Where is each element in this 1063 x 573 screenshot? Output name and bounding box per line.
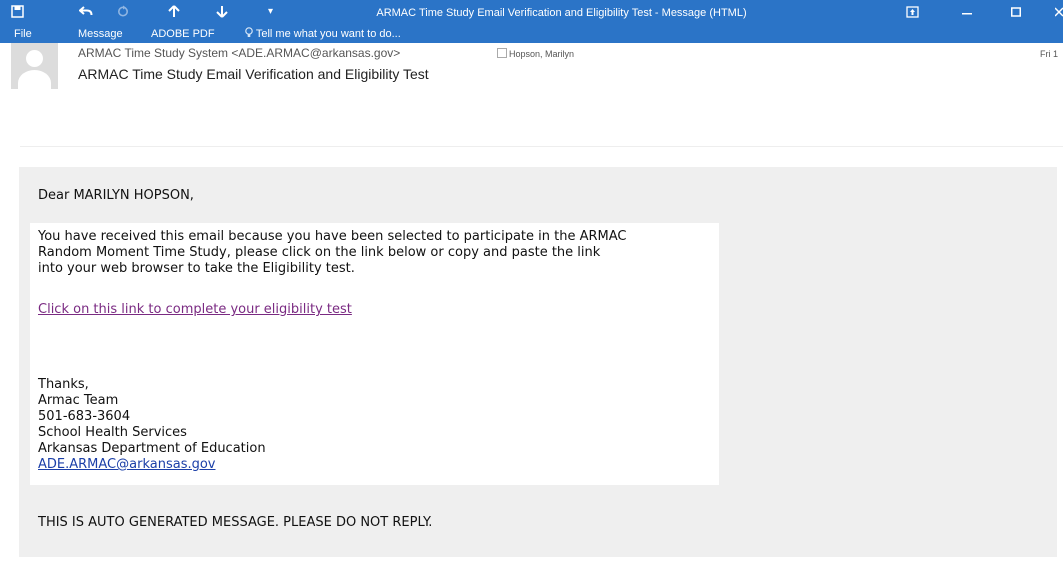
sender[interactable]: ARMAC Time Study System <ADE.ARMAC@arkan… <box>78 46 400 60</box>
eligibility-test-link[interactable]: Click on this link to complete your elig… <box>38 302 352 318</box>
signature-line: Thanks, <box>38 377 89 392</box>
signature-line: Arkansas Department of Education <box>38 441 266 456</box>
tab-file[interactable]: File <box>14 25 32 43</box>
ribbon: File Message ADOBE PDF Tell me what you … <box>0 25 1063 43</box>
email-link[interactable]: ADE.ARMAC@arkansas.gov <box>38 457 216 473</box>
divider <box>20 146 1063 147</box>
tell-me-text: Tell me what you want to do... <box>255 28 401 40</box>
footer-notice: THIS IS AUTO GENERATED MESSAGE. PLEASE D… <box>38 515 433 530</box>
received-date: Fri 1 <box>1040 49 1058 59</box>
lightbulb-icon <box>245 27 256 40</box>
paragraph-line: Random Moment Time Study, please click o… <box>38 245 601 260</box>
signature-line: School Health Services <box>38 425 187 440</box>
recipient-name: Hopson, Marilyn <box>509 49 575 59</box>
tab-message[interactable]: Message <box>78 25 123 43</box>
checkbox-icon <box>497 48 507 58</box>
signature-line: 501-683-3604 <box>38 409 131 424</box>
recipient[interactable]: Hopson, Marilyn <box>497 48 574 59</box>
signature-line: Armac Team <box>38 393 119 408</box>
window-title: ARMAC Time Study Email Verification and … <box>376 7 747 19</box>
paragraph-line: into your web browser to take the Eligib… <box>38 261 355 276</box>
tab-adobe-pdf[interactable]: ADOBE PDF <box>151 25 215 43</box>
subject: ARMAC Time Study Email Verification and … <box>78 66 429 82</box>
avatar <box>11 43 58 89</box>
title-bar: ▾ ARMAC Time Study Email Verification an… <box>0 0 1063 43</box>
paragraph-line: You have received this email because you… <box>38 229 627 244</box>
tell-me-search[interactable]: Tell me what you want to do... <box>245 25 401 43</box>
greeting: Dear MARILYN HOPSON, <box>38 188 194 203</box>
